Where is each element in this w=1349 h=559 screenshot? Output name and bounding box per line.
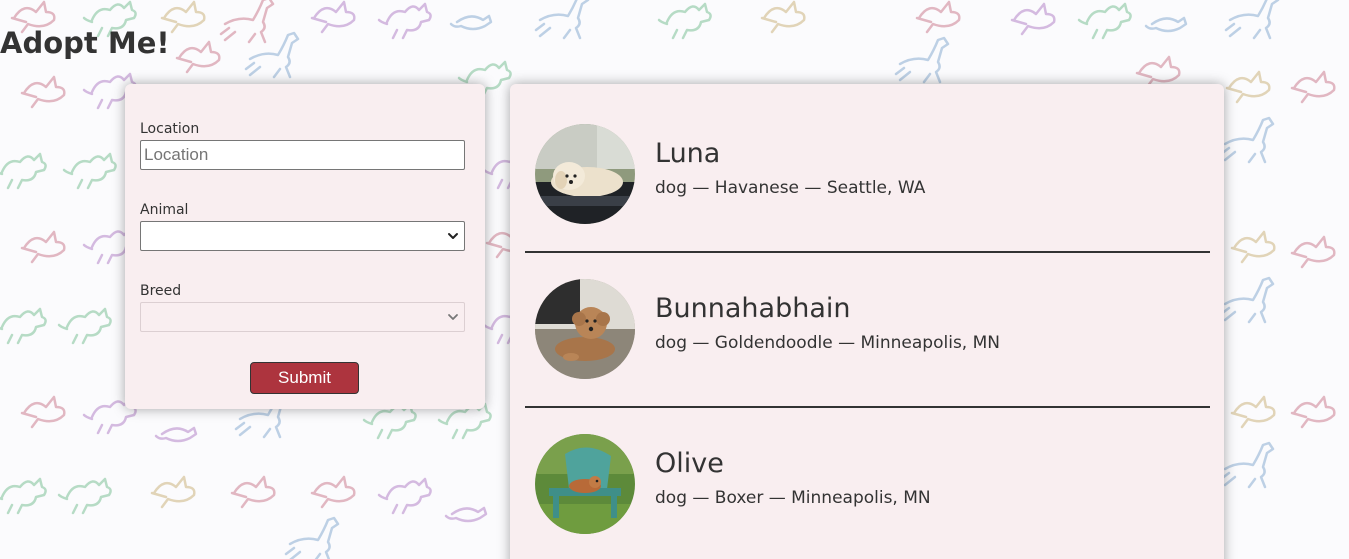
pet-results-list: Luna dog — Havanese — Seattle, WA Bunnah… — [510, 84, 1224, 559]
location-input[interactable] — [140, 140, 465, 170]
pet-card-luna[interactable]: Luna dog — Havanese — Seattle, WA — [525, 96, 1210, 253]
breed-label: Breed — [140, 283, 182, 299]
breed-select[interactable] — [140, 302, 465, 332]
pet-description: dog — Boxer — Minneapolis, MN — [655, 488, 931, 508]
location-label: Location — [140, 121, 200, 137]
pet-card-olive[interactable]: Olive dog — Boxer — Minneapolis, MN — [525, 406, 1210, 559]
pet-description: dog — Havanese — Seattle, WA — [655, 178, 926, 198]
pet-photo-luna — [535, 124, 635, 224]
page-title: Adopt Me! — [0, 26, 170, 60]
animal-select[interactable] — [140, 221, 465, 251]
animal-label: Animal — [140, 202, 189, 218]
pet-name: Olive — [655, 448, 724, 479]
pet-name: Bunnahabhain — [655, 293, 851, 324]
pet-name: Luna — [655, 138, 721, 169]
chevron-down-icon — [448, 314, 458, 320]
pet-photo-bunnahabhain — [535, 279, 635, 379]
pet-description: dog — Goldendoodle — Minneapolis, MN — [655, 333, 1000, 353]
pet-photo-olive — [535, 434, 635, 534]
pet-card-bunnahabhain[interactable]: Bunnahabhain dog — Goldendoodle — Minnea… — [525, 251, 1210, 408]
search-form: Location Animal Breed Submit — [125, 84, 485, 409]
chevron-down-icon — [448, 233, 458, 239]
submit-button[interactable]: Submit — [250, 362, 359, 394]
